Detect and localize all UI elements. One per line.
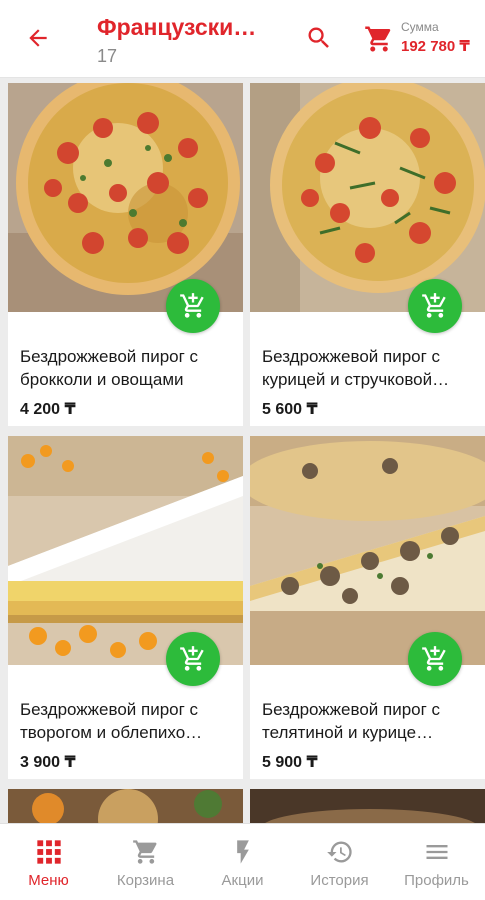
product-name: Бездрожжевой пирог с телятиной и курице… xyxy=(262,700,441,742)
grid-icon xyxy=(34,837,64,867)
sum-label: Сумма xyxy=(401,20,439,34)
nav-promotions[interactable]: Акции xyxy=(194,824,291,900)
nav-label: Меню xyxy=(28,872,69,889)
add-to-cart-icon xyxy=(180,293,204,318)
product-image-cottage-cheese-pie[interactable] xyxy=(8,436,243,665)
product-image-chicken-pie[interactable] xyxy=(250,83,485,312)
nav-cart[interactable]: Корзина xyxy=(97,824,194,900)
product-price: 5 900 ₸ xyxy=(262,754,318,771)
history-icon xyxy=(325,837,355,867)
nav-label: Акции xyxy=(221,872,264,889)
lightning-icon xyxy=(228,837,258,867)
header-title-block: Французски… 17 xyxy=(97,12,287,67)
product-price: 3 900 ₸ xyxy=(20,754,76,771)
product-price: 4 200 ₸ xyxy=(20,401,76,418)
product-card[interactable]: Бездрожжевой пирог с брокколи и овощами … xyxy=(8,83,243,426)
bottom-navigation: Меню Корзина Акции История Профиль xyxy=(0,823,485,900)
arrow-back-icon xyxy=(29,29,47,47)
sum-value: 192 780 ₸ xyxy=(401,38,470,55)
product-name: Бездрожжевой пирог с творогом и облепихо… xyxy=(20,700,203,742)
add-to-cart-button[interactable] xyxy=(408,279,462,333)
add-to-cart-button[interactable] xyxy=(166,279,220,333)
product-image-broccoli-pie[interactable] xyxy=(8,83,243,312)
menu-icon xyxy=(422,837,452,867)
add-to-cart-button[interactable] xyxy=(166,632,220,686)
cart-icon xyxy=(365,26,391,52)
nav-profile[interactable]: Профиль xyxy=(388,824,485,900)
item-count: 17 xyxy=(97,46,118,66)
app-header: Французски… 17 Сумма 192 780 ₸ xyxy=(0,0,485,78)
nav-history[interactable]: История xyxy=(291,824,388,900)
product-name: Бездрожжевой пирог с брокколи и овощами xyxy=(20,347,199,389)
cart-sum[interactable]: Сумма 192 780 ₸ xyxy=(401,20,470,57)
product-grid: Бездрожжевой пирог с брокколи и овощами … xyxy=(0,78,485,823)
product-image-partial[interactable] xyxy=(250,789,485,823)
product-card[interactable]: Бездрожжевой пирог с телятиной и курице…… xyxy=(250,436,485,779)
product-image-veal-pie[interactable] xyxy=(250,436,485,665)
product-image-partial[interactable] xyxy=(8,789,243,823)
product-card[interactable]: Бездрожжевой пирог с творогом и облепихо… xyxy=(8,436,243,779)
nav-menu[interactable]: Меню xyxy=(0,824,97,900)
add-to-cart-button[interactable] xyxy=(408,632,462,686)
add-to-cart-icon xyxy=(422,293,446,318)
nav-label: Корзина xyxy=(116,872,175,889)
product-card[interactable] xyxy=(250,789,485,823)
product-card[interactable] xyxy=(8,789,243,823)
add-to-cart-icon xyxy=(422,646,446,671)
search-icon xyxy=(308,27,329,48)
nav-label: Профиль xyxy=(404,872,469,889)
product-price: 5 600 ₸ xyxy=(262,401,318,418)
product-name: Бездрожжевой пирог с курицей и стручково… xyxy=(262,347,450,389)
cart-icon xyxy=(131,837,161,867)
nav-label: История xyxy=(310,872,369,889)
back-button[interactable] xyxy=(22,22,54,54)
product-card[interactable]: Бездрожжевой пирог с курицей и стручково… xyxy=(250,83,485,426)
header-cart-button[interactable] xyxy=(362,22,396,56)
page-title: Французски… xyxy=(97,14,257,40)
search-button[interactable] xyxy=(303,22,335,54)
add-to-cart-icon xyxy=(180,646,204,671)
